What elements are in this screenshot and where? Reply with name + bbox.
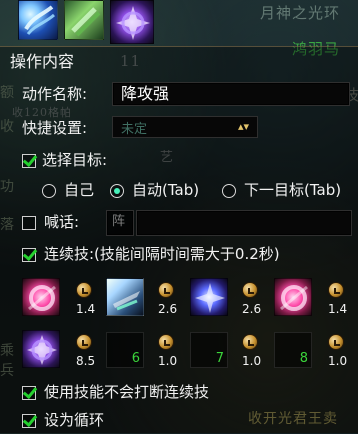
action-name-label: 动作名称: [22,85,88,103]
row2-slot2-delay: 1.0 [158,354,178,368]
row1-slot4-clock-icon [328,282,344,298]
shout-input-left[interactable]: 阵 [106,210,134,236]
row1-slot4-delay: 1.4 [328,302,348,316]
shout-label: 喊话: [44,213,80,231]
blade-skill-icon [113,291,140,311]
row2-slot1-clock-icon [76,334,92,350]
shortcut-dropdown[interactable]: 未定 ▴▾ [112,116,258,138]
no-interrupt-checkbox[interactable] [22,386,36,400]
row1-slot3-clock-icon [242,282,258,298]
combo-empty-slot-8[interactable]: 8 [274,332,312,368]
combo-skill-row1-slot1[interactable] [22,278,60,316]
leaf-skill-icon[interactable] [64,0,104,40]
slot-number-6: 6 [131,351,140,366]
row1-slot2-delay: 2.6 [158,302,178,316]
combo-skill-row1-slot3[interactable] [190,278,228,316]
burst-skill-icon [195,283,225,313]
slot-number-8: 8 [299,351,308,366]
select-target-label: 选择目标: [42,151,108,169]
row1-slot2-clock-icon [158,282,174,298]
radio-self[interactable] [42,184,56,198]
leaf-slash-icon [71,7,101,37]
shout-input-right[interactable] [136,210,352,236]
row2-slot1-delay: 8.5 [76,354,96,368]
wind-swirl-icon [24,5,55,35]
combo-checkbox[interactable] [22,248,36,262]
slot-number-7: 7 [215,351,224,366]
loop-label: 设为循环 [44,411,105,429]
shout-input-left-text: 阵 [112,214,126,229]
no-interrupt-label: 使用技能不会打断连续技 [44,383,210,401]
combo-empty-slot-7[interactable]: 7 [190,332,228,368]
row2-slot2-clock-icon [158,334,174,350]
row2-slot3-clock-icon [242,334,258,350]
dropdown-arrow-icon: ▴▾ [237,120,249,133]
combo-skill-row1-slot2[interactable] [106,278,144,316]
row2-slot3-delay: 1.0 [242,354,262,368]
spiral-skill-icon[interactable] [110,0,154,44]
radio-auto[interactable] [110,184,124,198]
action-name-input[interactable]: 降攻强 [112,82,350,106]
radio-auto-label: 自动(Tab) [132,181,200,199]
select-target-checkbox[interactable] [22,154,36,168]
row1-slot1-delay: 1.4 [76,302,96,316]
combo-label: 连续技:(技能间隔时间需大于0.2秒) [44,245,280,263]
pink-whirl-skill-icon [28,285,56,311]
action-name-value: 降攻强 [121,84,170,103]
spiral-skill-icon-2 [27,335,57,365]
row2-slot4-clock-icon [328,334,344,350]
radio-self-label: 自己 [64,181,95,199]
loop-checkbox[interactable] [22,414,36,428]
wind-skill-icon[interactable] [18,0,58,40]
shout-checkbox[interactable] [22,216,36,230]
shortcut-label: 快捷设置: [22,119,88,137]
panel-header: 操作内容 [10,52,75,71]
pink-whirl-skill-icon-2 [280,285,308,311]
combo-skill-row1-slot4[interactable] [274,278,312,316]
row1-slot3-delay: 2.6 [242,302,262,316]
combo-empty-slot-6[interactable]: 6 [106,332,144,368]
row1-slot1-clock-icon [76,282,92,298]
radio-next-target[interactable] [222,184,236,198]
spiral-star-icon [116,6,150,40]
shortcut-value: 未定 [121,121,148,137]
combo-skill-row2-slot1[interactable] [22,330,60,368]
radio-next-target-label: 下一目标(Tab) [244,181,342,199]
background-top-right-text: 月神之光环 [260,4,341,22]
row2-slot4-delay: 1.0 [328,354,348,368]
